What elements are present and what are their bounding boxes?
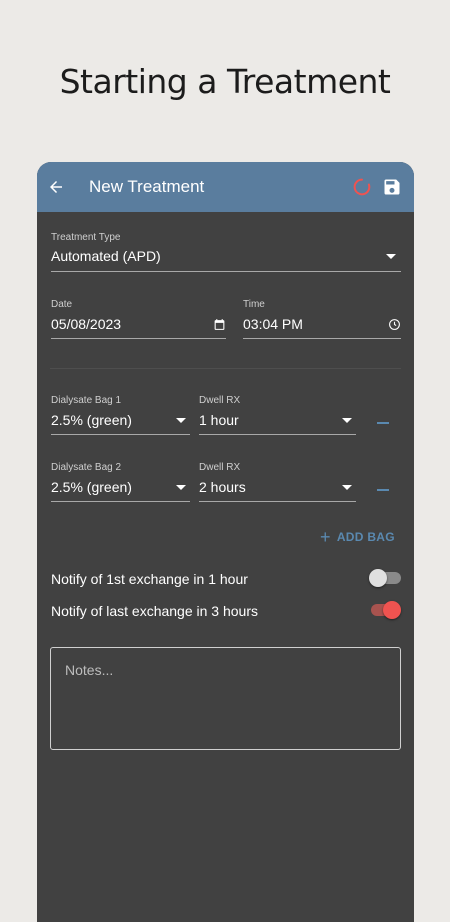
treatment-type-value: Automated (APD) (51, 248, 161, 264)
app-bar: New Treatment (37, 162, 414, 212)
dialysate-bag-1-label: Dialysate Bag 1 (51, 395, 122, 406)
time-value: 03:04 PM (243, 316, 303, 332)
refresh-icon[interactable] (350, 175, 374, 199)
treatment-type-select[interactable]: Treatment Type Automated (APD) (51, 232, 401, 272)
dwell-rx-1-label: Dwell RX (199, 395, 241, 406)
dwell-rx-2-select[interactable]: Dwell RX 2 hours (199, 462, 356, 502)
dialysate-bag-1-value: 2.5% (green) (51, 412, 132, 428)
page-headline: Starting a Treatment (59, 62, 391, 101)
notify-last-label: Notify of last exchange in 3 hours (51, 603, 259, 619)
date-field[interactable]: Date 05/08/2023 (51, 299, 226, 339)
notes-placeholder: Notes... (65, 662, 114, 678)
notify-first-label: Notify of 1st exchange in 1 hour (51, 571, 248, 587)
dwell-rx-1-value: 1 hour (199, 412, 239, 428)
chevron-down-icon (176, 417, 186, 423)
dialysate-bag-2-value: 2.5% (green) (51, 479, 132, 495)
chevron-down-icon (386, 253, 396, 259)
dwell-rx-2-label: Dwell RX (199, 462, 241, 473)
add-bag-button[interactable]: + ADD BAG (320, 527, 395, 547)
treatment-type-label: Treatment Type (51, 232, 121, 243)
date-label: Date (51, 299, 73, 310)
dialysate-bag-2-select[interactable]: Dialysate Bag 2 2.5% (green) (51, 462, 190, 502)
remove-bag-2-button[interactable] (377, 489, 389, 491)
chevron-down-icon (342, 484, 352, 490)
dialysate-bag-2-label: Dialysate Bag 2 (51, 462, 122, 473)
chevron-down-icon (176, 484, 186, 490)
clock-icon[interactable] (388, 318, 401, 331)
plus-icon: + (320, 527, 331, 547)
notes-textarea[interactable]: Notes... (50, 647, 401, 750)
time-field[interactable]: Time 03:04 PM (243, 299, 401, 339)
dwell-rx-2-value: 2 hours (199, 479, 246, 495)
app-bar-title: New Treatment (89, 177, 205, 196)
add-bag-label: ADD BAG (336, 530, 395, 544)
dialysate-bag-1-select[interactable]: Dialysate Bag 1 2.5% (green) (51, 395, 190, 435)
dwell-rx-1-select[interactable]: Dwell RX 1 hour (199, 395, 356, 435)
save-icon[interactable] (380, 175, 404, 199)
section-divider (50, 368, 401, 369)
back-arrow-icon[interactable] (47, 177, 67, 197)
date-value: 05/08/2023 (51, 316, 122, 332)
calendar-icon[interactable] (213, 318, 226, 331)
chevron-down-icon (342, 417, 352, 423)
time-label: Time (243, 299, 265, 310)
remove-bag-1-button[interactable] (377, 422, 389, 424)
phone-screen: New Treatment Treatment Type Automated (… (37, 162, 414, 922)
